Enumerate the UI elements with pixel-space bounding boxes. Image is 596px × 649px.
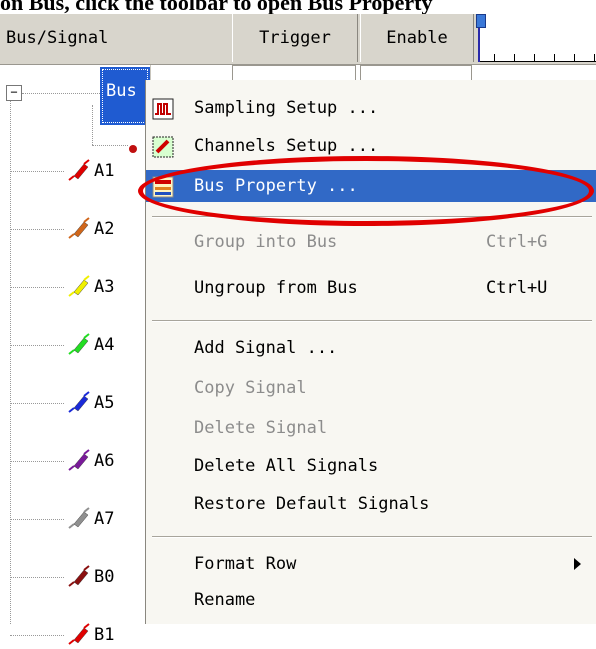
- signal-label: A1: [94, 161, 115, 181]
- channels-setup-icon: [152, 136, 174, 158]
- enable-cell[interactable]: [360, 65, 472, 81]
- signal-label: A2: [94, 219, 115, 239]
- probe-icon: [128, 139, 138, 153]
- sampling-setup-icon: [152, 98, 174, 120]
- signal-row[interactable]: B0: [60, 563, 150, 591]
- header-bus-signal[interactable]: Bus/Signal: [6, 14, 108, 64]
- signal-row[interactable]: A7: [60, 505, 150, 533]
- signal-label: A3: [94, 277, 115, 297]
- header-enable[interactable]: Enable: [360, 14, 474, 62]
- probe-icon: [60, 621, 94, 649]
- trigger-cell[interactable]: [232, 65, 356, 81]
- signal-row[interactable]: A6: [60, 447, 150, 475]
- probe-icon: [60, 447, 94, 475]
- probe-icon: [60, 215, 94, 243]
- caption-text: on Bus, click the toolbar to open Bus Pr…: [0, 0, 433, 14]
- signal-label: A4: [94, 335, 115, 355]
- probe-icon: [60, 389, 94, 417]
- signal-row[interactable]: B1: [60, 621, 150, 649]
- signal-row[interactable]: A1: [60, 157, 150, 185]
- header-subrow: [232, 65, 478, 81]
- probe-icon: [60, 505, 94, 533]
- menu-item-rename[interactable]: Rename: [146, 584, 596, 616]
- menu-item-add-signal[interactable]: Add Signal ...: [146, 332, 596, 364]
- menu-item-delete-all-signals[interactable]: Delete All Signals: [146, 450, 596, 482]
- signal-label: A7: [94, 509, 115, 529]
- bus-property-icon: [152, 176, 174, 198]
- probe-icon: [60, 157, 94, 185]
- signal-label: A6: [94, 451, 115, 471]
- bus-node[interactable]: Bus: [100, 67, 150, 125]
- menu-item-copy-signal[interactable]: Copy Signal: [146, 372, 596, 404]
- context-menu: Sampling Setup ... Channels Setup ... Bu…: [145, 80, 596, 624]
- menu-item-format-row[interactable]: Format Row: [146, 548, 596, 580]
- menu-item-group-into-bus[interactable]: Group into Bus Ctrl+G: [146, 226, 596, 258]
- shortcut-label: Ctrl+G: [486, 232, 548, 252]
- probe-icon: [60, 331, 94, 359]
- signal-row[interactable]: A2: [60, 215, 150, 243]
- signal-label: A5: [94, 393, 115, 413]
- bus-node-label: Bus: [106, 81, 137, 101]
- collapse-icon[interactable]: −: [6, 85, 22, 101]
- signal-row[interactable]: A3: [60, 273, 150, 301]
- signal-tree: − Bus A1 A2 A3 A4 A5 A6 A7 B0 B1: [0, 65, 151, 645]
- submenu-arrow-icon: [574, 558, 581, 570]
- signal-label: B0: [94, 567, 115, 587]
- menu-item-ungroup-from-bus[interactable]: Ungroup from Bus Ctrl+U: [146, 272, 596, 304]
- signal-row[interactable]: A5: [60, 389, 150, 417]
- menu-item-channels-setup[interactable]: Channels Setup ...: [146, 130, 596, 162]
- menu-item-delete-signal[interactable]: Delete Signal: [146, 412, 596, 444]
- signal-label: B1: [94, 625, 115, 645]
- signal-row[interactable]: A4: [60, 331, 150, 359]
- menu-item-bus-property[interactable]: Bus Property ...: [146, 170, 596, 202]
- time-marker-icon[interactable]: [476, 14, 486, 28]
- timeline-ruler[interactable]: [478, 14, 596, 62]
- menu-item-restore-default-signals[interactable]: Restore Default Signals: [146, 488, 596, 520]
- probe-icon: [60, 563, 94, 591]
- header-trigger[interactable]: Trigger: [232, 14, 358, 62]
- probe-icon: [60, 273, 94, 301]
- menu-item-sampling-setup[interactable]: Sampling Setup ...: [146, 92, 596, 124]
- shortcut-label: Ctrl+U: [486, 278, 548, 298]
